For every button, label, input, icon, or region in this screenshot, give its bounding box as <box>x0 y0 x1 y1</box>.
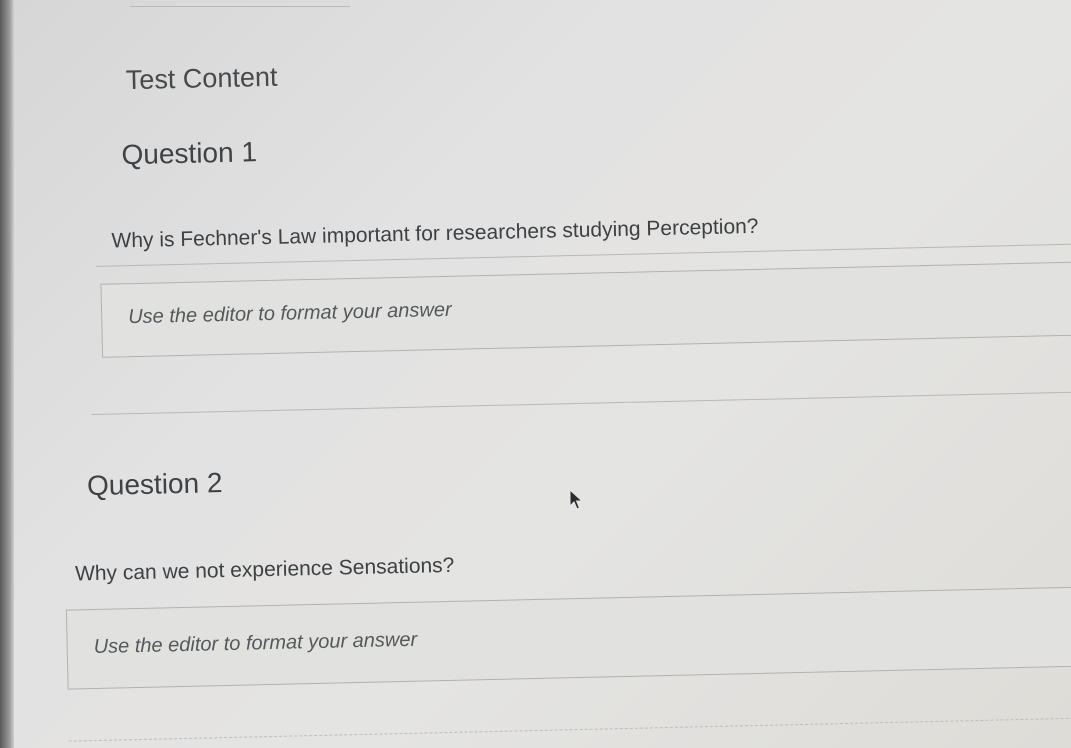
answer-placeholder: Use the editor to format your answer <box>127 298 452 329</box>
question-2-text: Why can we not experience Sensations? <box>74 553 455 586</box>
divider <box>91 391 1071 416</box>
answer-placeholder: Use the editor to format your answer <box>93 628 418 659</box>
divider <box>68 717 1071 742</box>
question-1-answer-editor[interactable]: Use the editor to format your answer <box>100 261 1071 358</box>
question-2-answer-editor[interactable]: Use the editor to format your answer <box>65 586 1071 690</box>
mouse-cursor-icon <box>569 488 584 510</box>
question-1-title: Question 1 <box>121 136 258 171</box>
test-content-panel: Test Content Question 1 Why is Fechner's… <box>0 0 1071 748</box>
question-1-text: Why is Fechner's Law important for resea… <box>111 214 759 253</box>
question-2-title: Question 2 <box>86 467 223 502</box>
section-title: Test Content <box>125 61 278 96</box>
